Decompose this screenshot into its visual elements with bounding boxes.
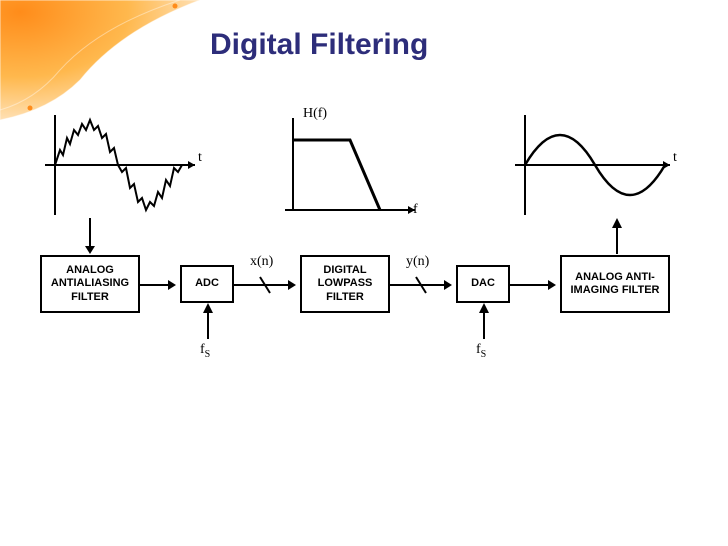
arrow-fs-adc [198, 303, 218, 343]
fs-label-adc: fS [200, 342, 210, 360]
block-analog-antialiasing: ANALOG ANTIALIASING FILTER [40, 255, 140, 313]
arrow-b4-b5 [510, 275, 560, 295]
input-signal-graph: t [40, 110, 210, 220]
signal-yn: y(n) [406, 254, 429, 270]
diagram: t H(f) f t ANALOG ANTIALIASING FILTER AD… [40, 110, 688, 430]
transfer-xaxis-label: f [413, 202, 418, 218]
block-anti-imaging: ANALOG ANTI-IMAGING FILTER [560, 255, 670, 313]
arrow-b1-b2 [140, 275, 180, 295]
block-dac: DAC [456, 265, 510, 303]
corner-decoration [0, 0, 200, 120]
output-xaxis-label: t [673, 150, 677, 166]
arrow-fs-dac [474, 303, 494, 343]
block-adc: ADC [180, 265, 234, 303]
output-signal-graph: t [510, 110, 685, 220]
page-title: Digital Filtering [210, 28, 428, 62]
arrow-b3-b4 [390, 275, 456, 295]
block-digital-lowpass: DIGITAL LOWPASS FILTER [300, 255, 390, 313]
signal-xn: x(n) [250, 254, 273, 270]
transfer-ylabel: H(f) [303, 106, 327, 122]
arrow-input-down [80, 218, 100, 258]
arrow-b2-b3 [234, 275, 300, 295]
arrow-output-up [607, 218, 627, 258]
transfer-function-graph: H(f) f [275, 110, 425, 220]
fs-label-dac: fS [476, 342, 486, 360]
input-xaxis-label: t [198, 150, 202, 166]
